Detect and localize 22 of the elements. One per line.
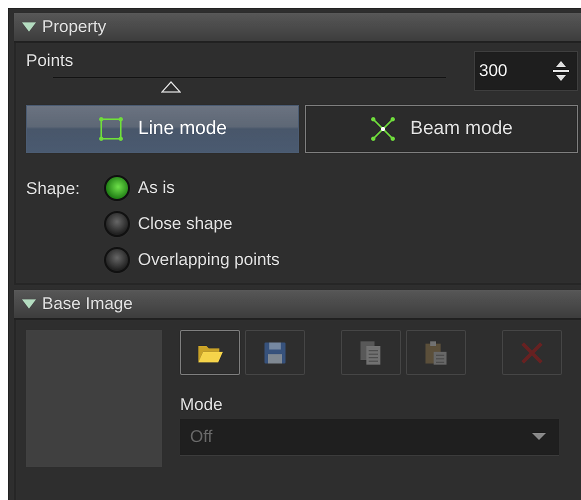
mode-button[interactable]: Beam mode xyxy=(305,105,578,153)
points-spinbox[interactable]: 300 xyxy=(474,51,578,91)
section-header[interactable]: Base Image xyxy=(14,290,581,320)
square-icon xyxy=(98,116,124,142)
section-header[interactable]: Property xyxy=(14,13,581,43)
collapse-triangle-icon xyxy=(22,298,36,310)
radio-button[interactable] xyxy=(104,247,130,273)
tool-button[interactable] xyxy=(180,330,240,375)
points-slider[interactable] xyxy=(53,75,446,93)
mode-label: Mode xyxy=(180,395,224,415)
collapse-triangle-icon xyxy=(22,21,36,33)
points-label: Points xyxy=(26,51,74,71)
radio-button[interactable] xyxy=(104,211,130,237)
radio-option[interactable]: Close shape xyxy=(104,211,280,237)
radio-button[interactable] xyxy=(104,175,130,201)
mode-button[interactable]: Line mode xyxy=(26,105,299,153)
radio-option[interactable]: Overlapping points xyxy=(104,247,280,273)
radio-option[interactable]: As is xyxy=(104,175,280,201)
shape-label: Shape: xyxy=(26,179,80,200)
slider-thumb[interactable] xyxy=(160,81,181,93)
caret-icon xyxy=(531,433,547,441)
cross-icon xyxy=(370,116,396,142)
